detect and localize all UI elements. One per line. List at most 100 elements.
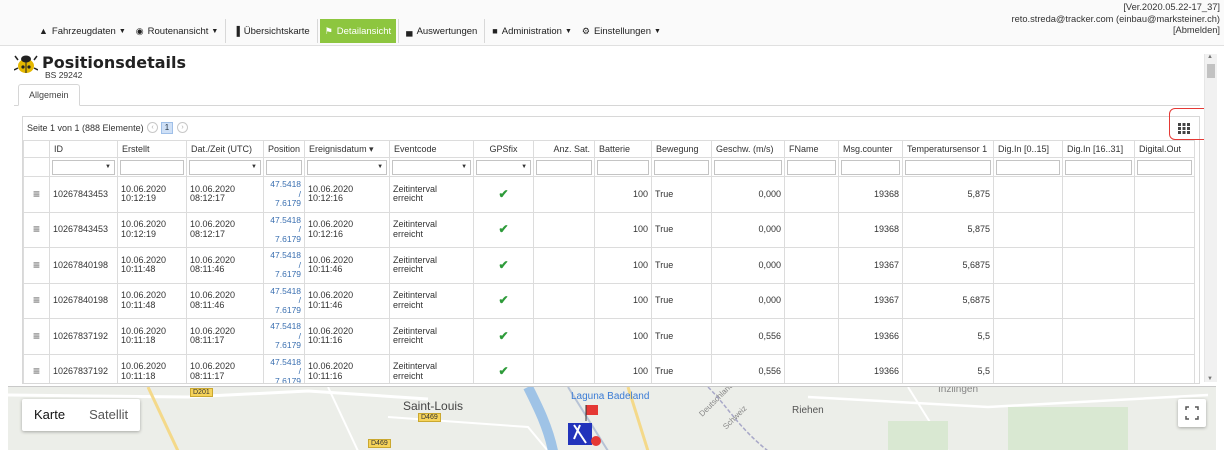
nav-item-fahrzeugdaten[interactable]: ▲ Fahrzeugdaten ▼ bbox=[34, 19, 131, 43]
column-header[interactable]: Ereignisdatum ▾ bbox=[304, 140, 391, 158]
cell-digin-0-15 bbox=[993, 211, 1064, 248]
cell-text: Zeitinterval bbox=[393, 183, 438, 194]
column-chooser-icon[interactable] bbox=[1177, 121, 1191, 135]
cell-digin-0-15 bbox=[993, 353, 1064, 383]
column-header[interactable]: Dig.In [16..31] bbox=[1062, 140, 1136, 158]
column-header[interactable]: GPSfix bbox=[473, 140, 535, 158]
filter-select[interactable]: ▼ bbox=[307, 159, 388, 175]
logout-link[interactable]: [Abmelden] bbox=[1011, 25, 1220, 37]
filter-select[interactable]: ▼ bbox=[189, 159, 261, 175]
table-row[interactable]: ≡ 10267843453 10.06.2020 10:12:19 10.06.2020… bbox=[23, 176, 1196, 213]
cell-erstellt: 10.06.2020 10:12:19 bbox=[117, 176, 187, 213]
caret-down-icon: ▼ bbox=[654, 27, 661, 35]
cell-text: 47.5418 bbox=[270, 356, 302, 367]
column-header[interactable]: ID bbox=[49, 140, 118, 158]
column-header[interactable]: Eventcode bbox=[389, 140, 475, 158]
nav-item-administration[interactable]: ■ Administration ▼ bbox=[487, 19, 577, 43]
cell-msg: 19368 bbox=[838, 211, 904, 248]
column-header[interactable] bbox=[23, 140, 50, 158]
filter-cell bbox=[1134, 157, 1196, 177]
fullscreen-icon[interactable] bbox=[1178, 399, 1206, 427]
nav-item-detailansicht[interactable]: ⚑ Detailansicht bbox=[319, 19, 397, 43]
cell-digin-16-31 bbox=[1062, 353, 1136, 383]
cell-text: True bbox=[655, 295, 674, 305]
row-menu-icon[interactable]: ≡ bbox=[23, 176, 50, 213]
table-row[interactable]: ≡ 10267843453 10.06.2020 10:12:19 10.06.2020… bbox=[23, 211, 1196, 248]
filter-input[interactable] bbox=[787, 159, 837, 175]
column-header[interactable]: Msg.counter bbox=[838, 140, 904, 158]
scroll-down-icon[interactable]: ▼ bbox=[1207, 376, 1213, 382]
map-type-karte[interactable]: Karte bbox=[22, 399, 77, 431]
map-view[interactable]: Karte Satellit Saint-Louis Laguna Badela… bbox=[8, 386, 1216, 450]
filter-input[interactable] bbox=[996, 159, 1061, 175]
vertical-scrollbar[interactable]: ▲ ▼ bbox=[1204, 54, 1217, 382]
column-header[interactable]: Anz. Sat. bbox=[533, 140, 596, 158]
column-header[interactable]: Geschw. (m/s) bbox=[711, 140, 786, 158]
column-header[interactable]: Dat./Zeit (UTC) bbox=[186, 140, 264, 158]
pager-current-page[interactable]: 1 bbox=[161, 122, 173, 134]
cell-text: 0,556 bbox=[758, 366, 782, 376]
filter-input[interactable] bbox=[1137, 159, 1193, 175]
row-menu-icon[interactable]: ≡ bbox=[23, 247, 50, 284]
filter-input[interactable] bbox=[841, 159, 901, 175]
cell-text: True bbox=[655, 259, 674, 270]
cell-digital-out bbox=[1134, 282, 1196, 319]
scroll-thumb[interactable] bbox=[1207, 64, 1215, 78]
cell-text: 10:12:19 bbox=[121, 193, 157, 204]
map-type-satellit[interactable]: Satellit bbox=[77, 399, 140, 431]
filter-select[interactable]: ▼ bbox=[392, 159, 472, 175]
cell-erstellt: 10.06.2020 10:11:48 bbox=[117, 282, 187, 319]
cell-batterie: 100 bbox=[594, 247, 653, 284]
filter-select[interactable]: ▼ bbox=[52, 159, 115, 175]
pager-next-icon[interactable]: › bbox=[177, 122, 188, 133]
cell-sat bbox=[533, 282, 596, 319]
row-menu-icon[interactable]: ≡ bbox=[23, 211, 50, 248]
filter-input[interactable] bbox=[120, 159, 184, 175]
column-header[interactable]: Position bbox=[262, 140, 306, 158]
cell-text: 100 bbox=[633, 330, 649, 341]
cell-text: erreicht bbox=[393, 335, 424, 346]
filter-select[interactable]: ▼ bbox=[476, 159, 532, 175]
column-header[interactable]: FName bbox=[784, 140, 840, 158]
cell-text: 47.5418 bbox=[270, 250, 302, 260]
filter-input[interactable] bbox=[714, 159, 783, 175]
table-row[interactable]: ≡ 10267837192 10.06.2020 10:11:18 10.06.2020… bbox=[23, 353, 1196, 383]
nav-item-routenansicht[interactable]: ◉ Routenansicht ▼ bbox=[131, 19, 224, 43]
filter-cell: ▼ bbox=[49, 157, 118, 177]
column-header[interactable]: Temperatursensor 1 bbox=[902, 140, 995, 158]
cell-text: / bbox=[298, 188, 302, 199]
row-menu-icon[interactable]: ≡ bbox=[23, 318, 50, 355]
column-header[interactable]: Bewegung bbox=[651, 140, 713, 158]
filter-input[interactable] bbox=[597, 159, 650, 175]
filter-input[interactable] bbox=[266, 159, 303, 175]
filter-input[interactable] bbox=[536, 159, 593, 175]
check-icon: ✔ bbox=[498, 257, 509, 272]
nav-item-einstellungen[interactable]: ⚙ Einstellungen ▼ bbox=[577, 19, 666, 43]
car-icon: ▲ bbox=[39, 26, 48, 36]
table-row[interactable]: ≡ 10267840198 10.06.2020 10:11:48 10.06.2020… bbox=[23, 282, 1196, 319]
nav-item-übersichtskarte[interactable]: ▐ Übersichtskarte bbox=[228, 19, 314, 43]
nav-item-auswertungen[interactable]: ▄ Auswertungen bbox=[401, 19, 482, 43]
cell-text: 5,5 bbox=[977, 366, 991, 376]
cell-text: 47.5418 bbox=[270, 214, 302, 225]
filter-input[interactable] bbox=[1065, 159, 1133, 175]
column-header[interactable]: Erstellt bbox=[117, 140, 187, 158]
cell-bewegung: True bbox=[651, 247, 713, 284]
filter-input[interactable] bbox=[654, 159, 710, 175]
caret-down-icon: ▼ bbox=[211, 27, 219, 35]
filter-input[interactable] bbox=[905, 159, 992, 175]
pager-prev-icon[interactable]: ‹ bbox=[147, 122, 158, 133]
cell-geschw: 0,000 bbox=[711, 211, 786, 248]
table-row[interactable]: ≡ 10267837192 10.06.2020 10:11:18 10.06.2020… bbox=[23, 318, 1196, 355]
column-header[interactable]: Batterie bbox=[594, 140, 653, 158]
tab-allgemein[interactable]: Allgemein bbox=[18, 84, 80, 106]
column-header[interactable]: Digital.Out bbox=[1134, 140, 1196, 158]
row-menu-icon[interactable]: ≡ bbox=[23, 282, 50, 319]
tab-bar: Allgemein bbox=[14, 84, 1200, 106]
scroll-up-icon[interactable]: ▲ bbox=[1207, 54, 1213, 60]
table-row[interactable]: ≡ 10267840198 10.06.2020 10:11:48 10.06.2020… bbox=[23, 247, 1196, 284]
column-header[interactable]: Dig.In [0..15] bbox=[993, 140, 1064, 158]
row-menu-icon[interactable]: ≡ bbox=[23, 353, 50, 383]
cell-text: True bbox=[655, 366, 674, 376]
cell-text: 47.5418 bbox=[270, 179, 302, 189]
